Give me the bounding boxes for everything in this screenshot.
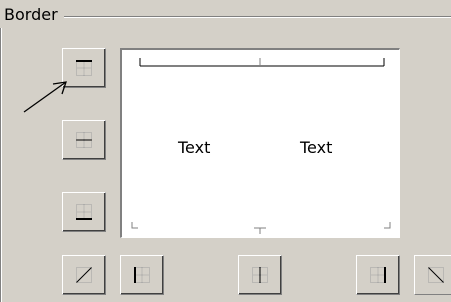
preview-corner-bottom-right [384,222,391,229]
border-diagonal-down-icon [428,267,444,283]
border-diagonal-down-button[interactable] [414,255,451,295]
border-inside-vertical-button[interactable] [238,255,282,295]
border-bottom-icon [76,204,92,220]
border-diagonal-up-button[interactable] [62,255,106,295]
border-top-icon [76,60,92,76]
border-inside-horizontal-button[interactable] [62,120,106,160]
border-group-title: Border [0,2,64,28]
group-frame-top-highlight [62,17,451,18]
group-frame-left-highlight [1,16,2,302]
preview-border-marks [131,58,391,234]
border-left-icon [134,267,150,283]
border-right-icon [370,267,386,283]
preview-text-right: Text [300,138,333,157]
border-diagonal-up-icon [76,267,92,283]
border-inside-horizontal-icon [76,132,92,148]
border-top-button[interactable] [62,48,106,88]
border-inside-vertical-icon [252,267,268,283]
border-bottom-button[interactable] [62,192,106,232]
preview-corner-bottom-left [131,222,138,229]
border-left-button[interactable] [120,255,164,295]
preview-text-left: Text [178,138,211,157]
border-right-button[interactable] [356,255,400,295]
border-preview[interactable]: Text Text [120,48,400,238]
